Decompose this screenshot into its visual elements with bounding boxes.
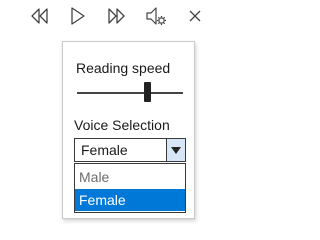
read-aloud-toolbar: [0, 0, 217, 34]
previous-icon: [31, 8, 48, 24]
voice-settings-button[interactable]: [143, 3, 169, 29]
voice-select-dropdown-button[interactable]: [166, 139, 185, 161]
next-icon: [108, 8, 125, 24]
slider-thumb[interactable]: [143, 82, 151, 102]
slider-track: [77, 92, 183, 94]
previous-button[interactable]: [27, 3, 53, 29]
voice-settings-panel: Reading speed Voice Selection Female Mal…: [62, 41, 195, 219]
reading-speed-slider[interactable]: [77, 82, 183, 104]
voice-option-male[interactable]: Male: [75, 166, 185, 188]
voice-select[interactable]: Female: [74, 138, 186, 162]
next-button[interactable]: [103, 3, 129, 29]
voice-option-female[interactable]: Female: [75, 189, 185, 211]
voice-select-value: Female: [81, 142, 128, 158]
chevron-down-icon: [171, 146, 181, 154]
play-icon: [71, 7, 85, 25]
voice-options-list: Male Female: [74, 163, 186, 213]
play-button[interactable]: [65, 3, 91, 29]
reading-speed-label: Reading speed: [76, 60, 171, 76]
voice-selection-label: Voice Selection: [74, 117, 170, 133]
close-icon: [189, 10, 201, 22]
voice-settings-icon: [146, 7, 166, 25]
close-button[interactable]: [182, 3, 208, 29]
